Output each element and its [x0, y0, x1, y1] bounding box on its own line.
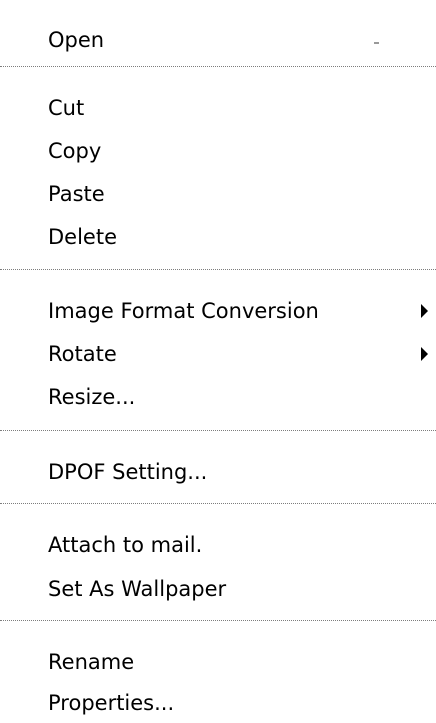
menu-item-label: Image Format Conversion: [48, 299, 319, 323]
menu-item-label: Properties...: [48, 691, 175, 715]
menu-item-paste[interactable]: Paste: [48, 174, 436, 214]
menu-item-label: Cut: [48, 96, 85, 120]
menu-item-open[interactable]: Open: [48, 20, 436, 60]
menu-item-properties[interactable]: Properties...: [48, 683, 436, 723]
menu-item-resize[interactable]: Resize...: [48, 377, 436, 417]
menu-separator: [0, 430, 436, 431]
menu-item-label: Paste: [48, 182, 105, 206]
menu-item-label: Rename: [48, 650, 135, 674]
menu-item-copy[interactable]: Copy: [48, 131, 436, 171]
menu-item-label: Open: [48, 28, 105, 52]
menu-item-dpof-setting[interactable]: DPOF Setting...: [48, 452, 436, 492]
triangle-right-icon: [419, 334, 431, 374]
menu-separator: [0, 66, 436, 67]
menu-item-set-as-wallpaper[interactable]: Set As Wallpaper: [48, 569, 436, 609]
menu-item-rename[interactable]: Rename: [48, 642, 436, 682]
menu-item-label: Set As Wallpaper: [48, 577, 227, 601]
triangle-right-icon: [419, 291, 431, 331]
speck-decoration: [374, 42, 379, 44]
menu-item-label: Resize...: [48, 385, 136, 409]
menu-separator: [0, 620, 436, 621]
menu-item-attach-to-mail[interactable]: Attach to mail.: [48, 525, 436, 565]
menu-item-label: DPOF Setting...: [48, 460, 208, 484]
menu-item-cut[interactable]: Cut: [48, 88, 436, 128]
menu-separator: [0, 503, 436, 504]
context-menu: Open Cut Copy Paste Delete Image Format …: [0, 0, 436, 719]
menu-item-delete[interactable]: Delete: [48, 217, 436, 257]
menu-separator: [0, 269, 436, 270]
menu-item-label: Delete: [48, 225, 117, 249]
menu-item-rotate[interactable]: Rotate: [48, 334, 436, 374]
menu-item-label: Copy: [48, 139, 102, 163]
menu-item-label: Rotate: [48, 342, 117, 366]
menu-item-image-format-conversion[interactable]: Image Format Conversion: [48, 291, 436, 331]
menu-item-label: Attach to mail.: [48, 533, 203, 557]
